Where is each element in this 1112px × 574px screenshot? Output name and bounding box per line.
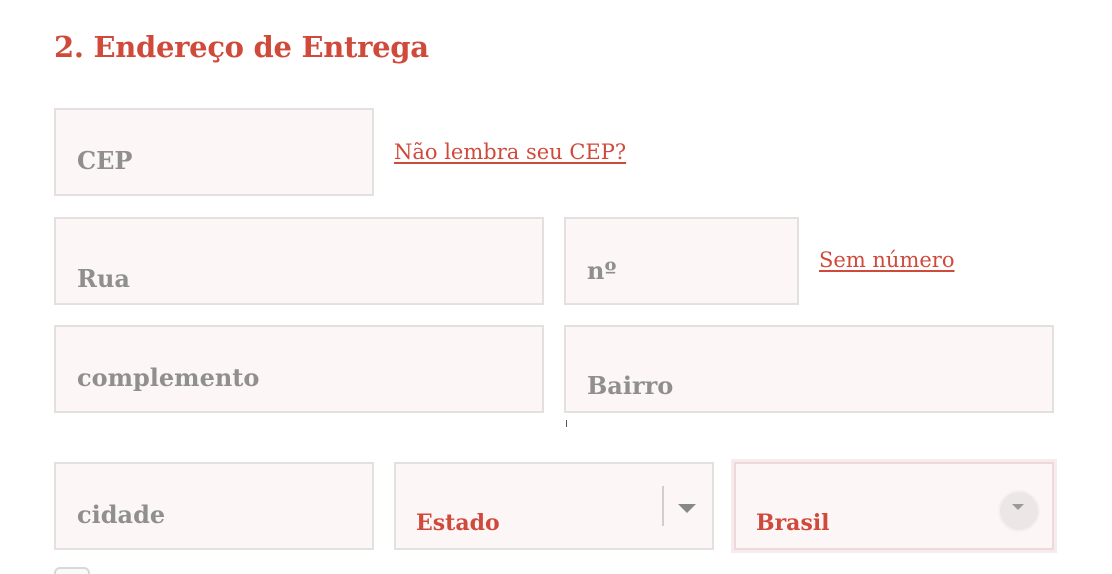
neighborhood-field[interactable]: Bairro	[564, 325, 1054, 413]
complement-field[interactable]: complemento	[54, 325, 544, 413]
city-placeholder: cidade	[77, 500, 166, 529]
select-divider	[662, 486, 664, 526]
chevron-down-icon	[678, 504, 696, 513]
state-select[interactable]: Estado	[394, 462, 714, 550]
cep-field[interactable]: CEP	[54, 108, 374, 196]
text-cursor	[566, 420, 567, 427]
no-number-link[interactable]: Sem número	[819, 248, 954, 272]
neighborhood-placeholder: Bairro	[587, 371, 674, 400]
forgot-cep-link[interactable]: Não lembra seu CEP?	[394, 140, 626, 164]
cep-placeholder: CEP	[77, 146, 133, 175]
number-field[interactable]: nº	[564, 217, 799, 305]
street-placeholder: Rua	[77, 264, 130, 293]
checkbox[interactable]	[54, 567, 90, 574]
delivery-address-form: 2. Endereço de Entrega CEP Não lembra se…	[0, 0, 1112, 574]
section-title: 2. Endereço de Entrega	[54, 30, 429, 64]
country-select[interactable]: Brasil	[734, 462, 1054, 550]
complement-placeholder: complemento	[77, 363, 260, 392]
country-select-value: Brasil	[756, 510, 830, 536]
chevron-down-icon	[1012, 504, 1024, 510]
state-select-value: Estado	[416, 510, 500, 536]
number-placeholder: nº	[587, 256, 617, 285]
street-field[interactable]: Rua	[54, 217, 544, 305]
city-field[interactable]: cidade	[54, 462, 374, 550]
loading-spinner-icon	[998, 490, 1040, 532]
